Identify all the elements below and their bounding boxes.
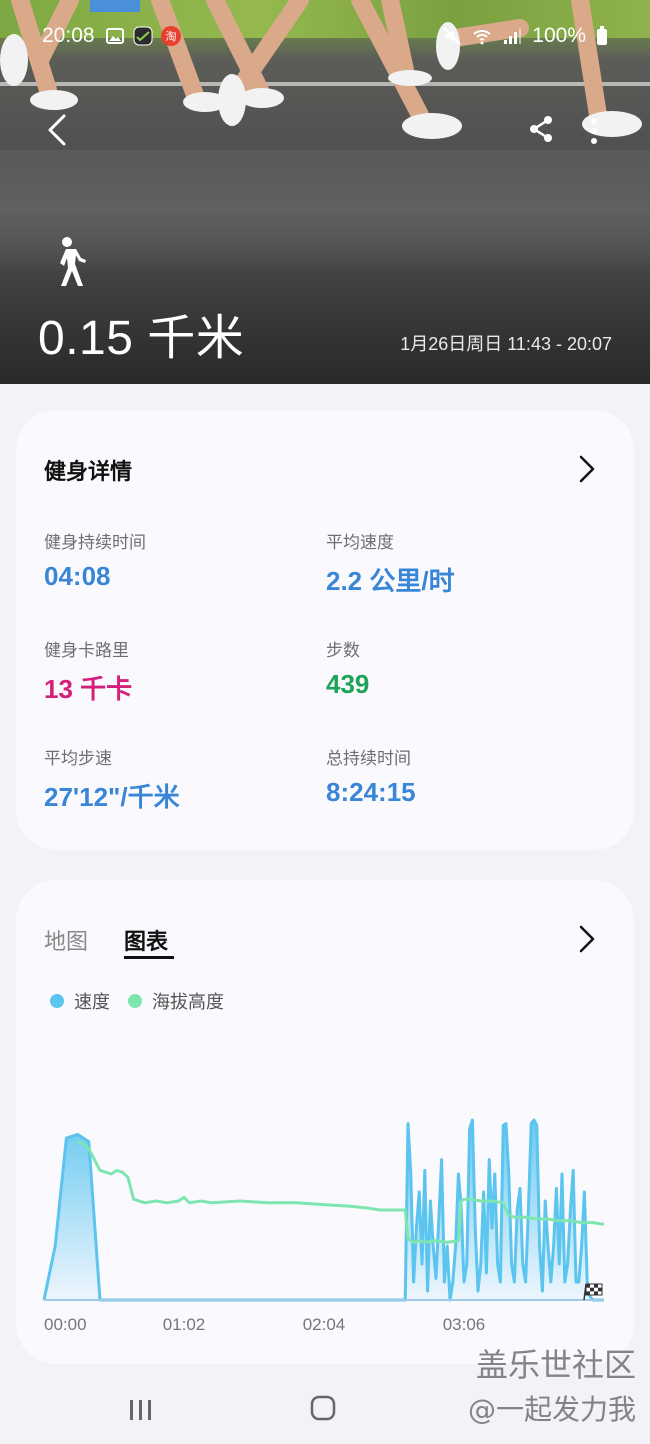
wifi-icon (473, 30, 491, 45)
stat-label: 平均步速 (44, 749, 112, 769)
recents-button[interactable] (128, 1398, 154, 1422)
stat-calories: 健身卡路里 13 千卡 (44, 636, 132, 706)
battery-icon (597, 26, 607, 45)
x-tick-label: 01:02 (163, 1315, 206, 1334)
stat-value: 439 (326, 669, 370, 699)
watermark-user: @一起发力我 (467, 1393, 636, 1426)
back-button[interactable] (40, 112, 76, 148)
stat-value: 13 千卡 (44, 674, 133, 704)
stat-total-duration: 总持续时间 8:24:15 (326, 744, 416, 808)
gallery-notification-icon (105, 28, 124, 44)
stat-avg-pace: 平均步速 27'12"/千米 (44, 744, 180, 814)
chart-card: 地图 图表 速度 海拔高度 00:00 01:02 02:04 03:06 (16, 880, 634, 1364)
workout-details-title: 健身详情 (44, 460, 133, 485)
walking-person-icon (60, 237, 86, 286)
battery-percent: 100% (532, 24, 586, 47)
x-tick-label: 00:00 (44, 1315, 87, 1334)
stat-value: 04:08 (44, 561, 111, 591)
status-time: 20:08 (42, 24, 95, 47)
activity-date-range: 1月26日周日 11:43 - 20:07 (400, 334, 612, 354)
taobao-notification-icon: 淘 (160, 26, 181, 46)
speed-altitude-chart: 00:00 01:02 02:04 03:06 (42, 1118, 605, 1334)
distance-value: 0.15 千米 (38, 312, 245, 365)
chevron-right-icon[interactable] (578, 454, 596, 484)
x-tick-label: 02:04 (303, 1315, 346, 1334)
stat-value: 8:24:15 (326, 777, 416, 807)
workout-details-card: 健身详情 健身持续时间 04:08 平均速度 2.2 公里/时 健身卡路里 13… (16, 410, 634, 850)
altitude-line (77, 1140, 605, 1244)
home-button[interactable] (310, 1395, 336, 1421)
stat-steps: 步数 439 (326, 636, 369, 700)
stat-value: 27'12"/千米 (44, 782, 180, 812)
stat-label: 健身卡路里 (44, 641, 129, 661)
hero-banner: 20:08 淘 100% 0.15 千米 1月26日周日 11:43 - 20:… (0, 0, 650, 384)
watermark-logo: 盖乐世社区 (475, 1346, 636, 1384)
stat-label: 总持续时间 (326, 749, 411, 769)
status-bar: 20:08 淘 100% (42, 22, 608, 50)
stat-label: 健身持续时间 (44, 533, 146, 553)
share-button[interactable] (526, 114, 556, 144)
mute-icon (443, 27, 461, 45)
stat-avg-speed: 平均速度 2.2 公里/时 (326, 528, 455, 598)
stat-duration: 健身持续时间 04:08 (44, 528, 146, 592)
stat-label: 平均速度 (326, 533, 394, 553)
svg-text:淘: 淘 (165, 30, 176, 43)
signal-icon (504, 28, 522, 44)
stat-value: 2.2 公里/时 (326, 566, 455, 596)
more-options-button[interactable] (588, 116, 600, 146)
health-notification-icon (133, 26, 153, 46)
x-tick-label: 03:06 (443, 1315, 486, 1334)
stat-label: 步数 (326, 641, 360, 661)
